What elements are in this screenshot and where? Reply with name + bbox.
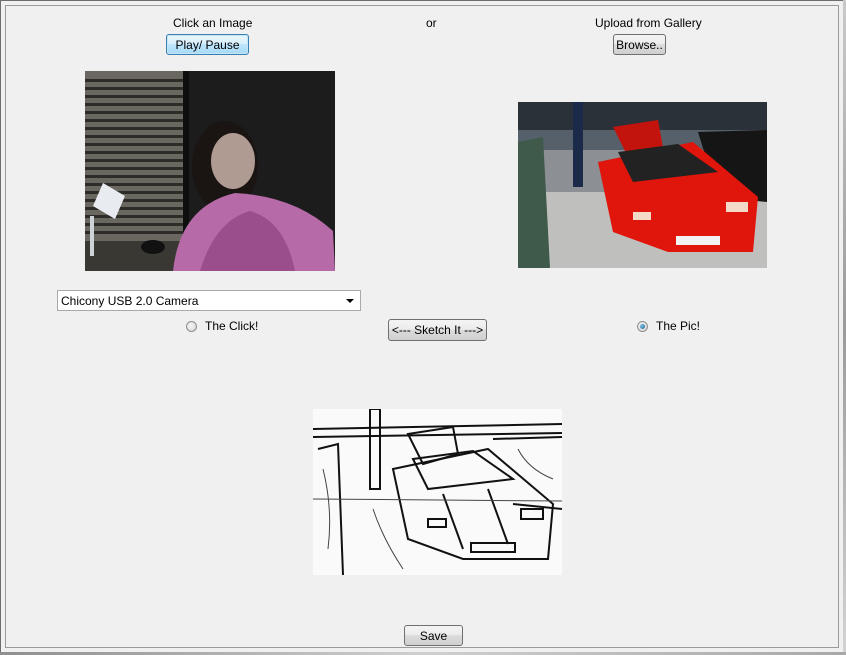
webcam-preview-image	[85, 71, 335, 271]
radio-the-click-label: The Click!	[205, 319, 259, 333]
play-pause-button[interactable]: Play/ Pause	[166, 34, 249, 55]
camera-select[interactable]: Chicony USB 2.0 Camera	[57, 290, 361, 311]
radio-the-pic[interactable]: The Pic!	[637, 319, 700, 333]
chevron-down-icon[interactable]	[346, 299, 354, 303]
camera-select-value: Chicony USB 2.0 Camera	[61, 293, 199, 308]
or-label: or	[426, 16, 437, 30]
save-button[interactable]: Save	[404, 625, 463, 646]
radio-icon[interactable]	[186, 320, 197, 332]
webcam-heading: Click an Image	[173, 16, 253, 30]
gallery-preview-image	[518, 102, 767, 268]
sketch-output-image	[313, 409, 562, 575]
gallery-heading: Upload from Gallery	[595, 16, 702, 30]
sketch-it-button[interactable]: <--- Sketch It --->	[388, 319, 487, 341]
radio-icon[interactable]	[637, 320, 648, 332]
browse-button[interactable]: Browse..	[613, 34, 666, 55]
radio-the-pic-label: The Pic!	[656, 319, 701, 333]
radio-the-click[interactable]: The Click!	[186, 319, 258, 333]
